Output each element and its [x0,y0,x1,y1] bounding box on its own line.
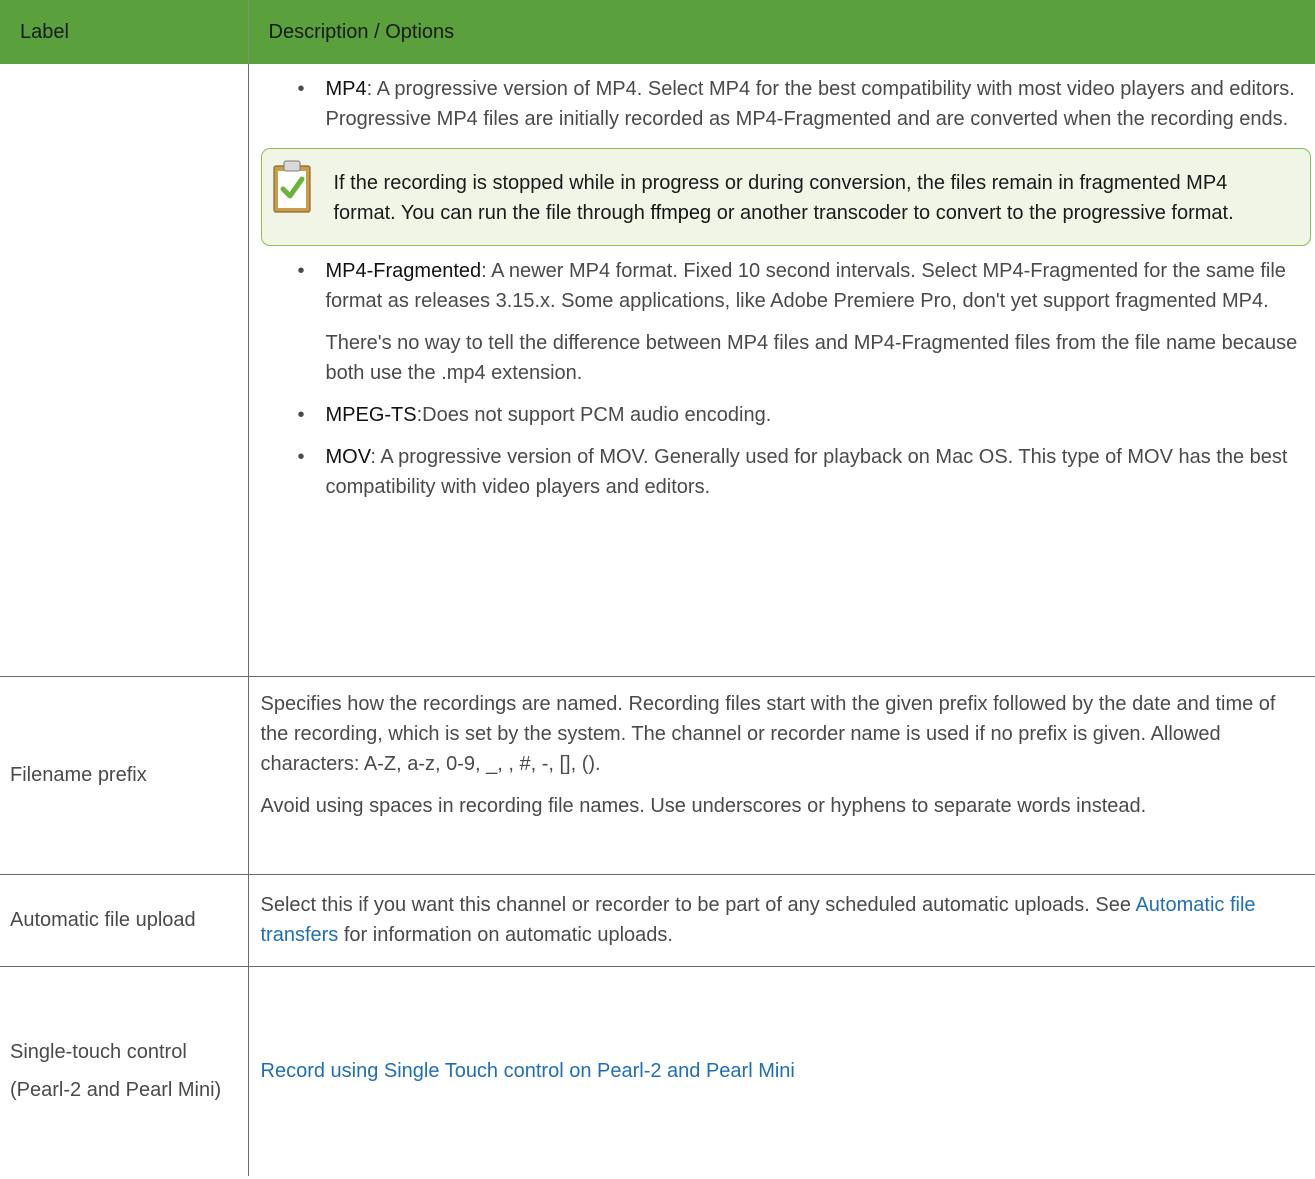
label-single-touch-control: Single-touch control [10,1041,187,1064]
mp4-description: : A progressive version of MP4. Select M… [325,78,1295,130]
table-row: • MP4: A progressive version of MP4. Sel… [0,64,1315,677]
filename-prefix-tip: Avoid using spaces in recording file nam… [260,794,1147,817]
term-ffmpeg: ffmpeg [650,202,712,224]
description-cell: Record using Single Touch control on Pea… [248,966,1315,1176]
bullet-marker: • [297,446,305,468]
table-row: Automatic file upload Select this if you… [0,874,1315,967]
single-touch-control-link[interactable]: Record using Single Touch control on Pea… [261,1060,795,1082]
term-mp4-fragmented: MP4-Fragmented [325,260,482,282]
table-header-row: Label Description / Options [0,0,1315,64]
mpeg-ts-description: :Does not support PCM audio encoding. [416,404,772,426]
table-row: Single-touch control (Pearl-2 and Pearl … [0,966,1315,1176]
automatic-upload-text-part1: Select this if you want this channel or … [260,894,1136,916]
description-cell: Select this if you want this channel or … [248,874,1315,967]
description-cell: • MP4: A progressive version of MP4. Sel… [248,64,1315,677]
list-item-mpeg-ts: • MPEG-TS:Does not support PCM audio enc… [261,400,1306,430]
note-callout: If the recording is stopped while in pro… [260,148,1311,246]
description-column-header: Description / Options [248,0,1315,64]
term-mpeg-ts: MPEG-TS [325,404,417,426]
table-row: Filename prefix Specifies how the record… [0,676,1315,875]
term-mp4: MP4 [325,78,367,100]
list-item-mp4-fragmented: • MP4-Fragmented: A newer MP4 format. Fi… [261,256,1306,316]
label-pearl-models: (Pearl-2 and Pearl Mini) [10,1079,222,1102]
label-column-header: Label [0,0,249,64]
bullet-marker: • [297,260,305,282]
label-automatic-file-upload: Automatic file upload [0,874,249,967]
note-text-part2: or another transcoder to convert to the … [711,202,1234,224]
description-cell: Specifies how the recordings are named. … [248,676,1315,875]
options-table: Label Description / Options • MP4: A pro… [0,0,1315,1176]
list-item-mp4: • MP4: A progressive version of MP4. Sel… [261,74,1306,134]
bullet-marker: • [297,78,305,100]
label-filename-prefix: Filename prefix [0,676,249,875]
bullet-marker: • [297,404,305,426]
automatic-upload-text-part2: for information on automatic uploads. [338,924,673,946]
filename-prefix-description: Specifies how the recordings are named. … [260,692,1276,775]
term-mov: MOV [325,446,371,468]
mov-description: : A progressive version of MOV. Generall… [325,446,1288,498]
empty-label-cell [0,64,249,677]
label-cell-single-touch: Single-touch control (Pearl-2 and Pearl … [0,966,249,1176]
clipboard-check-icon [272,158,311,214]
mp4-fragmented-extra-note: There's no way to tell the difference be… [325,332,1298,384]
list-item-mov: • MOV: A progressive version of MOV. Gen… [261,442,1306,502]
